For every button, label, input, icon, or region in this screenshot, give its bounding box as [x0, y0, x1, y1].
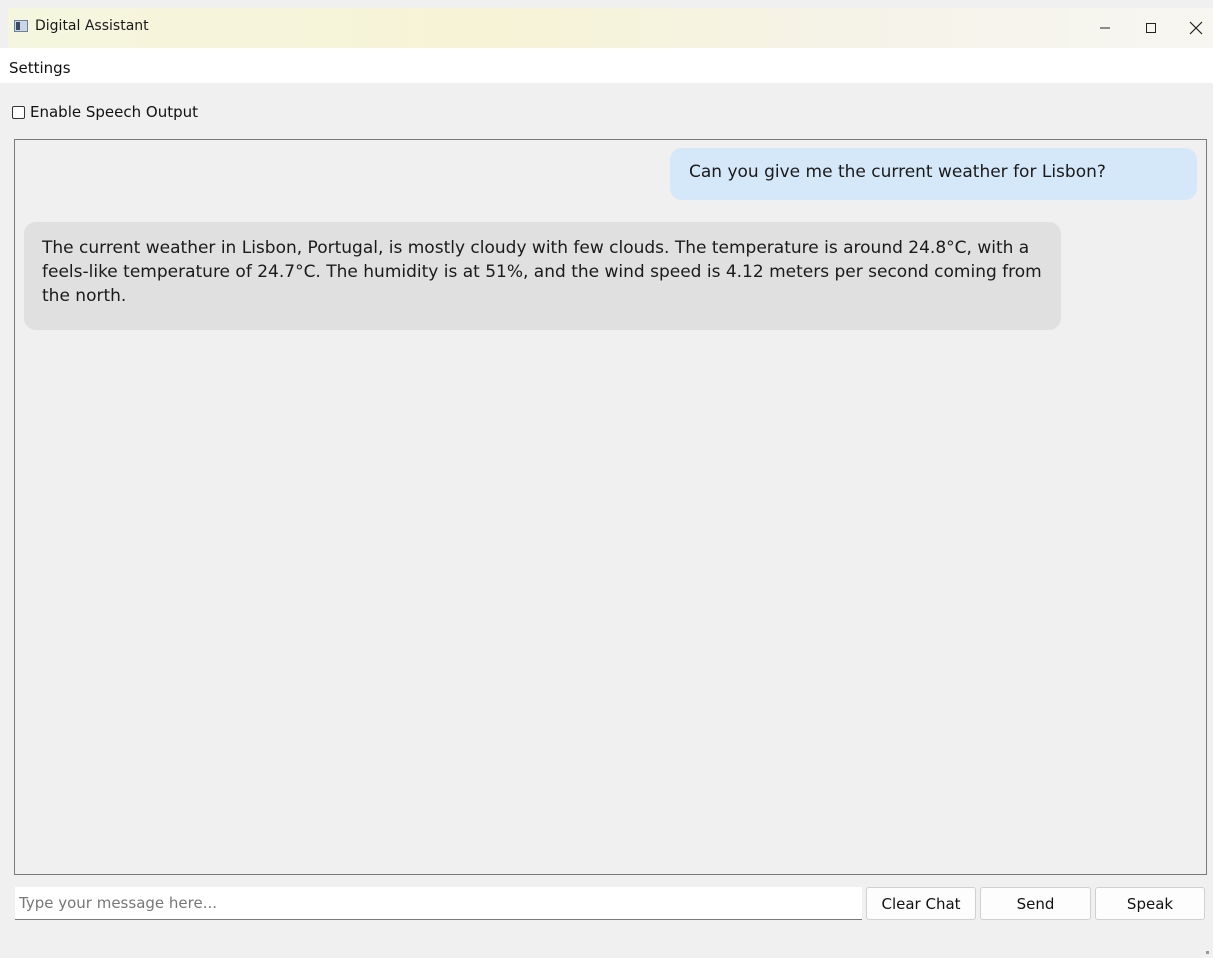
speak-button[interactable]: Speak — [1095, 887, 1205, 920]
maximize-icon — [1146, 23, 1156, 33]
chat-history[interactable]: Can you give me the current weather for … — [14, 139, 1207, 875]
close-button[interactable] — [1173, 8, 1213, 48]
send-button[interactable]: Send — [980, 887, 1091, 920]
message-input[interactable] — [15, 887, 862, 920]
window-title: Digital Assistant — [35, 18, 149, 34]
minimize-button[interactable] — [1082, 8, 1128, 48]
menu-settings[interactable]: Settings — [9, 59, 71, 77]
speech-output-label[interactable]: Enable Speech Output — [30, 103, 198, 121]
title-bar[interactable]: Digital Assistant — [8, 8, 1213, 48]
minimize-icon — [1100, 27, 1110, 29]
menu-bar: Settings — [0, 48, 1213, 83]
speech-output-option[interactable]: Enable Speech Output — [12, 103, 198, 121]
resize-grip-icon[interactable] — [1206, 951, 1209, 954]
speech-output-checkbox[interactable] — [12, 105, 25, 119]
close-icon — [1189, 21, 1203, 35]
clear-chat-button[interactable]: Clear Chat — [866, 887, 976, 920]
assistant-message-bubble: The current weather in Lisbon, Portugal,… — [24, 222, 1061, 330]
user-message-bubble: Can you give me the current weather for … — [670, 148, 1197, 200]
maximize-button[interactable] — [1128, 8, 1174, 48]
app-window-icon — [14, 20, 28, 32]
